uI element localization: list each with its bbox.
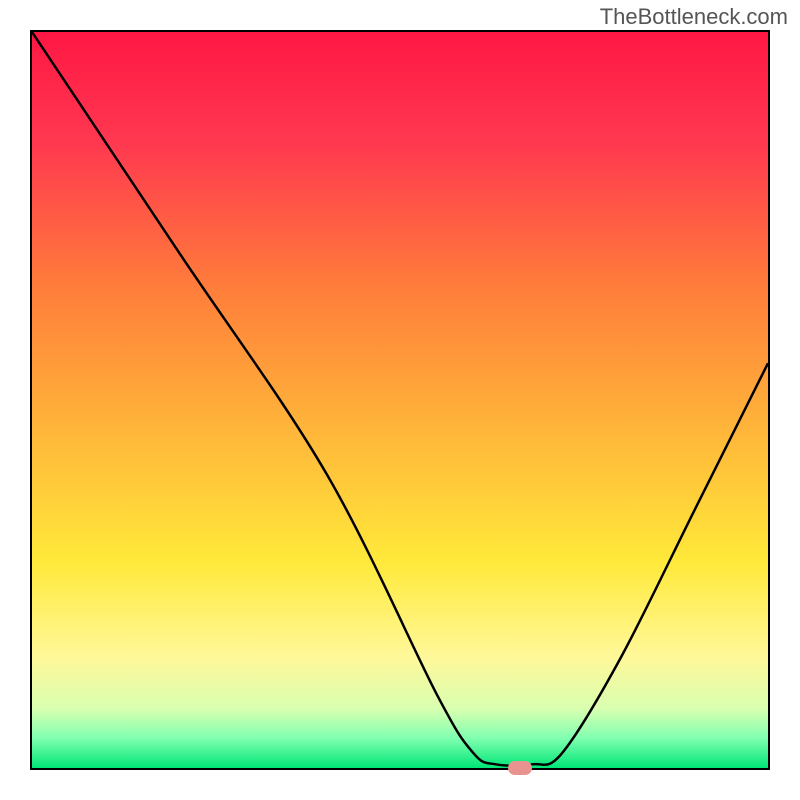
chart-area: [30, 30, 770, 770]
bottleneck-curve: [32, 32, 768, 768]
optimum-marker: [508, 761, 532, 775]
watermark-text: TheBottleneck.com: [600, 4, 788, 30]
